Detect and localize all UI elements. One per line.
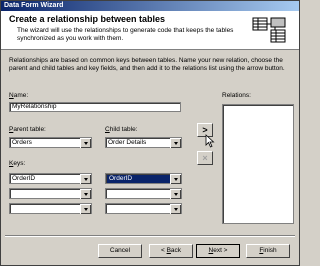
child-table-select[interactable]: Order Details <box>105 137 182 148</box>
chevron-down-icon[interactable] <box>80 138 91 148</box>
name-label: Name: <box>9 92 28 99</box>
next-button[interactable]: Next > <box>196 244 240 258</box>
page-title: Create a relationship between tables <box>9 14 166 24</box>
child-table-label-text: hild table: <box>109 126 138 133</box>
relation-name-input[interactable]: MyRelationship <box>9 102 181 112</box>
parent-key-select-2[interactable] <box>9 188 92 199</box>
page-subtitle: The wizard will use the relationships to… <box>17 27 234 42</box>
chevron-down-icon[interactable] <box>80 174 91 184</box>
parent-table-label-text: arent table: <box>13 126 46 133</box>
footer-divider <box>5 235 295 237</box>
remove-relation-button[interactable]: × <box>197 151 213 165</box>
child-key-select-1[interactable]: OrderID <box>105 173 182 184</box>
name-label-text: ame: <box>13 92 29 99</box>
parent-key-select-1[interactable]: OrderID <box>9 173 92 184</box>
wizard-window: Data Form Wizard Create a relationship b… <box>0 0 300 266</box>
relations-label: Relations: <box>222 92 251 99</box>
back-button-text: ack <box>170 247 182 254</box>
window-title: Data Form Wizard <box>4 2 64 9</box>
parent-table-label: Parent table: <box>9 126 46 133</box>
chevron-down-icon[interactable] <box>170 204 181 214</box>
chevron-down-icon[interactable] <box>170 174 181 184</box>
keys-label-text: eys: <box>13 160 26 167</box>
back-button[interactable]: < Back <box>149 244 193 258</box>
child-key-value-1: OrderID <box>107 175 170 183</box>
parent-table-value: Orders <box>12 139 32 146</box>
finish-button-text: inish <box>263 247 277 254</box>
parent-key-value-1: OrderID <box>12 175 36 182</box>
cancel-button[interactable]: Cancel <box>98 244 142 258</box>
finish-button[interactable]: Finish <box>246 244 290 258</box>
chevron-down-icon[interactable] <box>80 204 91 214</box>
child-table-value: Order Details <box>108 139 147 146</box>
title-bar[interactable]: Data Form Wizard <box>1 1 299 11</box>
child-key-select-2[interactable] <box>105 188 182 199</box>
chevron-down-icon[interactable] <box>170 138 181 148</box>
mouse-pointer-icon <box>205 134 215 148</box>
parent-key-select-3[interactable] <box>9 203 92 214</box>
header-banner: Create a relationship between tables The… <box>1 11 299 50</box>
relations-list[interactable] <box>222 104 294 224</box>
keys-label: Keys: <box>9 160 25 167</box>
next-button-text: ext > <box>213 247 228 254</box>
child-key-select-3[interactable] <box>105 203 182 214</box>
chevron-down-icon[interactable] <box>170 189 181 199</box>
instructions-text: Relationships are based on common keys b… <box>9 57 285 72</box>
chevron-down-icon[interactable] <box>80 189 91 199</box>
relationship-tables-icon <box>252 17 286 43</box>
child-table-label: Child table: <box>105 126 138 133</box>
parent-table-select[interactable]: Orders <box>9 137 92 148</box>
